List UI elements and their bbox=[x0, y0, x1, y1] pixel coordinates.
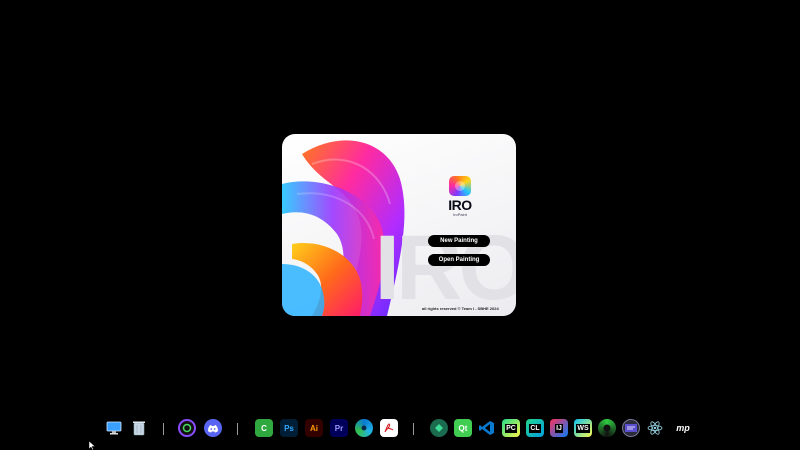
edge-icon[interactable] bbox=[355, 419, 373, 437]
mp-app-icon[interactable]: mp bbox=[674, 419, 692, 437]
illustrator-icon[interactable]: Ai bbox=[305, 419, 323, 437]
new-painting-button[interactable]: New Painting bbox=[428, 235, 490, 247]
taskbar-separator bbox=[413, 423, 414, 435]
photoshop-icon[interactable]: Ps bbox=[280, 419, 298, 437]
webstorm-label: WS bbox=[576, 423, 590, 433]
ring-app-icon[interactable] bbox=[598, 419, 616, 437]
iro-logo-icon bbox=[449, 176, 471, 196]
mouse-cursor-icon bbox=[89, 441, 95, 450]
qt-icon[interactable]: Qt bbox=[454, 419, 472, 437]
terminal-app-icon[interactable] bbox=[622, 419, 640, 437]
taskbar: C Ps Ai Pr Qt PC CL IJ WS mp bbox=[100, 416, 710, 442]
copyright-footer: all rights reserved © Team I - SBHE 2024 bbox=[422, 306, 499, 311]
splash-window: IRO IRO IroPaint New Painting Open Paint… bbox=[282, 134, 516, 316]
taskbar-separator bbox=[163, 423, 164, 435]
webstorm-icon[interactable]: WS bbox=[574, 419, 592, 437]
recycle-bin-icon[interactable] bbox=[130, 419, 148, 437]
vscode-icon[interactable] bbox=[478, 419, 496, 437]
spiral-app-icon[interactable] bbox=[178, 419, 196, 437]
intellij-icon[interactable]: IJ bbox=[550, 419, 568, 437]
clion-icon[interactable]: CL bbox=[526, 419, 544, 437]
app-name: IRO bbox=[448, 197, 472, 213]
git-icon[interactable] bbox=[430, 419, 448, 437]
premiere-pro-icon[interactable]: Pr bbox=[330, 419, 348, 437]
acrobat-icon[interactable] bbox=[380, 419, 398, 437]
camtasia-icon[interactable]: C bbox=[255, 419, 273, 437]
discord-icon[interactable] bbox=[204, 419, 222, 437]
atom-icon[interactable] bbox=[646, 419, 664, 437]
intellij-label: IJ bbox=[555, 423, 563, 433]
taskbar-separator bbox=[237, 423, 238, 435]
monitor-icon[interactable] bbox=[105, 419, 123, 437]
open-painting-button[interactable]: Open Painting bbox=[428, 254, 490, 266]
pycharm-icon[interactable]: PC bbox=[502, 419, 520, 437]
clion-label: CL bbox=[529, 423, 541, 433]
app-logo: IRO IroPaint bbox=[442, 176, 478, 218]
pycharm-label: PC bbox=[505, 423, 517, 433]
